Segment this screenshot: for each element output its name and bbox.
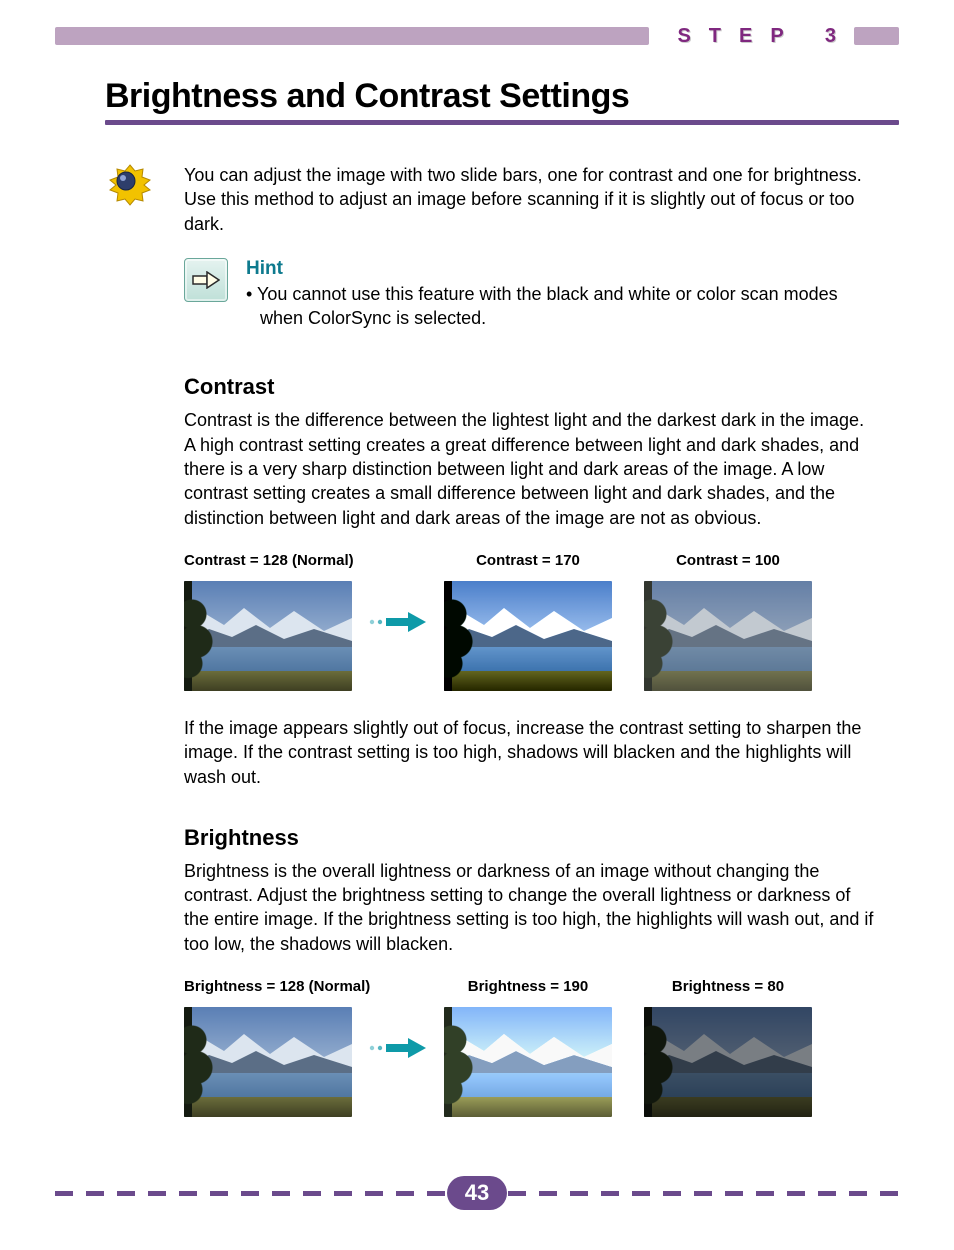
brightness-example-label-2: Brightness = 80: [644, 978, 812, 995]
brightness-example-label-0: Brightness = 128 (Normal): [184, 978, 352, 995]
contrast-after: If the image appears slightly out of foc…: [184, 716, 874, 789]
brightness-examples: Brightness = 128 (Normal) Brightness = 1…: [184, 978, 874, 1118]
brightness-example-label-1: Brightness = 190: [444, 978, 612, 995]
hint-arrow-icon: [184, 258, 228, 302]
header-accent-tail: [854, 27, 899, 45]
arrow-icon: [352, 978, 444, 1118]
hint-label: Hint: [246, 258, 874, 280]
contrast-example-label-1: Contrast = 170: [444, 552, 612, 569]
brightness-body: Brightness is the overall lightness or d…: [184, 859, 874, 956]
contrast-example-label-2: Contrast = 100: [644, 552, 812, 569]
contrast-heading: Contrast: [184, 374, 874, 400]
footer-dash-left: [55, 1191, 446, 1196]
contrast-example-image-1: [444, 581, 612, 691]
contrast-examples: Contrast = 128 (Normal) Contrast = 170: [184, 552, 874, 692]
contrast-example-image-0: [184, 581, 352, 691]
contrast-example-image-2: [644, 581, 812, 691]
hint-body: • You cannot use this feature with the b…: [260, 282, 874, 331]
brightness-example-image-1: [444, 1007, 612, 1117]
contrast-example-label-0: Contrast = 128 (Normal): [184, 552, 352, 569]
brightness-heading: Brightness: [184, 825, 874, 851]
page-title: Brightness and Contrast Settings: [105, 77, 899, 116]
header-accent: [55, 27, 649, 45]
contrast-body: Contrast is the difference between the l…: [184, 408, 874, 529]
footer-dash-right: [508, 1191, 899, 1196]
arrow-icon: [352, 552, 444, 692]
settings-gear-icon: [108, 163, 152, 207]
title-rule: [105, 120, 899, 125]
brightness-example-image-0: [184, 1007, 352, 1117]
intro-text: You can adjust the image with two slide …: [184, 163, 874, 236]
page-number: 43: [447, 1176, 507, 1210]
step-label: STEP 3: [649, 25, 854, 48]
brightness-example-image-2: [644, 1007, 812, 1117]
page-footer: 43: [55, 1176, 899, 1210]
top-header-bar: STEP 3: [0, 0, 954, 47]
